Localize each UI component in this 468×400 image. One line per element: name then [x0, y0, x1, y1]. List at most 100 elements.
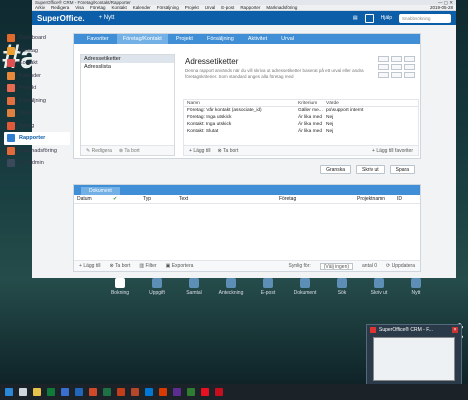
quick-action-e-post[interactable]: E-post: [256, 278, 280, 300]
report-list-item[interactable]: Adressetiketter: [81, 55, 174, 63]
quick-action-dokument[interactable]: Dokument: [293, 278, 317, 300]
visible-for-label: Synlig för:: [288, 263, 311, 269]
menu-item-f-retag[interactable]: Företag: [90, 5, 106, 10]
taskbar-superoffice-icon[interactable]: [199, 386, 211, 398]
menu-item-f-rs-ljning[interactable]: Försäljning: [157, 5, 179, 10]
preview-button[interactable]: Granska: [320, 164, 351, 174]
taskbar-office-icon[interactable]: [115, 386, 127, 398]
refresh-label: Uppdatera: [391, 263, 415, 269]
taskbar-onedrive-icon[interactable]: [73, 386, 85, 398]
documents-column-project-name[interactable]: Projektnamn: [357, 195, 397, 203]
criteria-column-header[interactable]: Värde: [326, 100, 416, 106]
print-button[interactable]: Skriv ut: [355, 164, 385, 174]
quick-action-nytt[interactable]: Nytt: [404, 278, 428, 300]
report-list-item[interactable]: Adresslista: [81, 63, 174, 71]
taskbar-outlook-icon[interactable]: [143, 386, 155, 398]
add-criteria-button[interactable]: + Lägg till: [189, 148, 211, 154]
add-document-button[interactable]: + Lägg till: [79, 263, 101, 269]
filter-button[interactable]: ▥ Filter: [139, 263, 156, 269]
sidebar-item-kalender[interactable]: Kalender: [4, 70, 70, 83]
remove-document-button[interactable]: ⊗ Ta bort: [110, 263, 131, 269]
excel-icon: [47, 388, 55, 396]
quick-action-uppgift[interactable]: Uppgift: [145, 278, 169, 300]
menu-item-urval[interactable]: Urval: [205, 5, 216, 10]
taskbar-file-explorer-icon[interactable]: [31, 386, 43, 398]
taskbar-search-icon[interactable]: [17, 386, 29, 398]
new-button[interactable]: + Nytt: [99, 15, 115, 21]
documents-column-date[interactable]: Datum: [77, 195, 113, 203]
label-layout-grid[interactable]: [378, 56, 418, 78]
sidebar-item-so-admin[interactable]: SO Admin: [4, 157, 70, 170]
menu-item-kontakt[interactable]: Kontakt: [111, 5, 126, 10]
edit-report-button[interactable]: ✎ Redigera: [86, 148, 112, 154]
documents-column-id[interactable]: ID: [397, 195, 417, 203]
visible-for-select[interactable]: (Välj ingen): [319, 262, 354, 270]
documents-column-text[interactable]: Text: [179, 195, 279, 203]
documents-column-company[interactable]: Företag: [279, 195, 357, 203]
sidebar-item-projekt[interactable]: Projekt: [4, 82, 70, 95]
menu-item-projekt[interactable]: Projekt: [185, 5, 199, 10]
criteria-cell: Företag: Vår kontakt (associate_id): [187, 108, 262, 113]
user-avatar[interactable]: [364, 13, 374, 23]
documents-column-done[interactable]: ✔: [113, 195, 143, 203]
sidebar-item-marknadsf-ring[interactable]: Marknadsföring: [4, 145, 70, 158]
add-favorites-button[interactable]: + Lägg till favoriter: [372, 148, 413, 154]
sidebar-item-rapporter[interactable]: Rapporter: [4, 132, 70, 145]
tab-f-rs-ljning[interactable]: Försäljning: [201, 34, 240, 44]
menu-item-visa[interactable]: Visa: [75, 5, 84, 10]
sidebar-item-kontakt[interactable]: Kontakt: [4, 57, 70, 70]
menu-item-marknadsf-ring[interactable]: Marknadsföring: [266, 5, 297, 10]
taskbar-chrome-icon[interactable]: [157, 386, 169, 398]
tab-urval[interactable]: Urval: [275, 34, 300, 44]
tab-f-retag-kontakt[interactable]: Företag/Kontakt: [116, 34, 168, 44]
refresh-button[interactable]: ⟳ Uppdatera: [386, 263, 415, 269]
quick-action-skriv-ut[interactable]: Skriv ut: [367, 278, 391, 300]
menu-item-e-post[interactable]: E-post: [221, 5, 234, 10]
sidebar-item-f-rs-ljning[interactable]: Försäljning: [4, 95, 70, 108]
taskbar-project-icon[interactable]: [185, 386, 197, 398]
taskbar-teams-icon[interactable]: [171, 386, 183, 398]
taskbar-powerpoint-icon[interactable]: [87, 386, 99, 398]
quick-search-input[interactable]: Snabbsökning: [399, 13, 451, 23]
criteria-row[interactable]: Företag: Inga utskick Är lika med Nej: [184, 114, 418, 121]
taskbar-edge-icon[interactable]: [59, 386, 71, 398]
remove-criteria-button[interactable]: ⊗ Ta bort: [218, 148, 239, 154]
rapporter-icon: [7, 134, 15, 143]
criteria-row[interactable]: Kontakt: Slutat Är lika med Nej: [184, 128, 418, 135]
criteria-row[interactable]: Företag: Vår kontakt (associate_id) Gälle…: [184, 107, 418, 114]
taskbar-thumbnail-preview[interactable]: SuperOffice® CRM - F... ×: [366, 324, 462, 386]
quick-action-samtal[interactable]: Samtal: [182, 278, 206, 300]
notepad-icon[interactable]: ▤: [353, 15, 358, 21]
quick-action-s-k[interactable]: Sök: [330, 278, 354, 300]
help-link[interactable]: Hjälp: [381, 15, 392, 21]
taskbar-app-icon[interactable]: [213, 386, 225, 398]
menu-item-rapporter[interactable]: Rapporter: [240, 5, 260, 10]
tab-aktivitet[interactable]: Aktivitet: [242, 34, 273, 44]
tab-favoriter[interactable]: Favoriter: [81, 34, 115, 44]
criteria-column-header[interactable]: Namn: [187, 100, 298, 106]
quick-action-anteckning[interactable]: Anteckning: [219, 278, 243, 300]
criteria-cell: po\support internt: [326, 108, 364, 113]
close-icon[interactable]: ×: [452, 327, 458, 333]
tab-documents[interactable]: Dokument: [81, 187, 120, 195]
documents-column-type[interactable]: Typ: [143, 195, 179, 203]
dashboard-icon: [7, 34, 15, 43]
menu-item-redigera[interactable]: Redigera: [51, 5, 69, 10]
taskbar-excel-icon[interactable]: [45, 386, 57, 398]
menu-item-kalender[interactable]: Kalender: [133, 5, 151, 10]
taskbar-excel-icon[interactable]: [101, 386, 113, 398]
sidebar-item-urval[interactable]: Urval: [4, 107, 70, 120]
tab-projekt[interactable]: Projekt: [170, 34, 199, 44]
taskbar-word-icon[interactable]: [129, 386, 141, 398]
criteria-row[interactable]: Kontakt: Inga utskick Är lika med Nej: [184, 121, 418, 128]
sidebar-item-inkorg[interactable]: Inkorg: [4, 120, 70, 133]
export-button[interactable]: ▣ Exportera: [166, 263, 194, 269]
sidebar-item-dashboard[interactable]: Dashboard: [4, 32, 70, 45]
quick-action-bokning[interactable]: Bokning: [108, 278, 132, 300]
menu-item-arkiv[interactable]: Arkiv: [35, 5, 45, 10]
sidebar-item-f-retag[interactable]: Företag: [4, 45, 70, 58]
criteria-column-header[interactable]: Kriterium: [298, 100, 326, 106]
taskbar-windows-start-icon[interactable]: [3, 386, 15, 398]
save-button[interactable]: Spara: [389, 164, 415, 174]
remove-report-button[interactable]: ⊗ Ta bort: [119, 148, 140, 154]
